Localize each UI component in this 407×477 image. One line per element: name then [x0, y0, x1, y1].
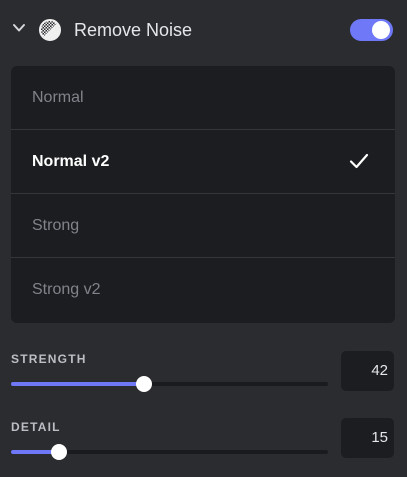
detail-label: DETAIL: [11, 420, 61, 434]
panel-header: Remove Noise: [0, 0, 407, 60]
panel-title: Remove Noise: [74, 20, 193, 40]
strength-value-input[interactable]: 42: [341, 351, 394, 391]
option-label: Normal: [32, 89, 84, 106]
detail-slider[interactable]: [11, 444, 328, 460]
option-normal[interactable]: Normal: [11, 66, 395, 129]
strength-slider[interactable]: [11, 376, 328, 392]
noise-mode-list: Normal Normal v2 Strong Strong v2: [11, 66, 395, 323]
remove-noise-panel: Remove Noise Normal Normal v2 Strong Str…: [0, 0, 407, 477]
strength-label: STRENGTH: [11, 352, 87, 366]
option-label: Normal v2: [32, 153, 110, 170]
option-normal-v2[interactable]: Normal v2: [11, 130, 395, 193]
checkmark-icon: [349, 153, 369, 169]
strength-slider-thumb[interactable]: [136, 376, 153, 392]
noise-icon: [39, 19, 61, 41]
detail-slider-thumb[interactable]: [50, 444, 67, 460]
detail-value-input[interactable]: 15: [341, 418, 394, 458]
option-label: Strong v2: [32, 281, 101, 298]
strength-slider-fill: [11, 382, 145, 386]
option-strong-v2[interactable]: Strong v2: [11, 258, 395, 321]
option-strong[interactable]: Strong: [11, 194, 395, 257]
enable-toggle[interactable]: [350, 19, 393, 41]
chevron-down-icon[interactable]: [12, 21, 26, 35]
option-label: Strong: [32, 217, 80, 234]
toggle-knob: [372, 21, 390, 39]
